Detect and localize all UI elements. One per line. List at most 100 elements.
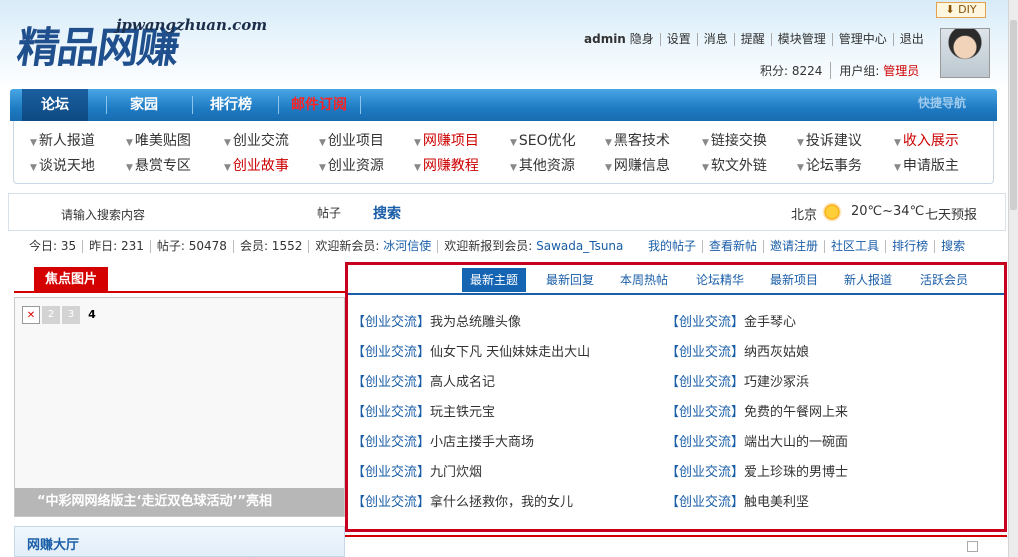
subforum-item[interactable]: ▼ 创业项目	[319, 130, 384, 150]
list-item[interactable]: 【创业交流】仙女下凡 天仙妹妹走出大山	[352, 341, 590, 360]
site-logo-url: jpwangzhuan.com	[116, 16, 268, 34]
focus-tab[interactable]: 焦点图片	[34, 267, 108, 293]
list-item[interactable]: 【创业交流】我为总统雕头像	[352, 311, 521, 330]
tab-new-members[interactable]: 新人报道	[836, 268, 900, 292]
stat-members: 会员: 1552	[232, 240, 308, 253]
subforum-item[interactable]: ▼ 投诉建议	[797, 130, 862, 150]
my-posts-link[interactable]: 我的帖子	[642, 240, 702, 253]
user-toolbar: admin 隐身 设置 消息 提醒 模块管理 管理中心 退出	[584, 33, 930, 46]
user-group-value[interactable]: 管理员	[883, 62, 919, 79]
subforum-item[interactable]: ▼ 论坛事务	[797, 155, 862, 175]
stat-posts: 帖子: 50478	[149, 240, 233, 253]
nav-mail-subscribe[interactable]: 邮件订阅	[286, 89, 352, 121]
user-name-link[interactable]: admin 隐身	[584, 33, 660, 46]
diy-button[interactable]: ⬇ DIY	[936, 2, 986, 18]
list-item[interactable]: 【创业交流】纳西灰姑娘	[666, 341, 809, 360]
slide-page-3[interactable]: 3	[62, 306, 80, 324]
subforum-list: ▼ 新人报道 ▼ 唯美贴图 ▼ 创业交流 ▼ 创业项目 ▼ 网赚项目 ▼ SEO优化 ▼ 黑客…	[13, 121, 994, 184]
tab-active-members[interactable]: 活跃会员	[912, 268, 976, 292]
list-item[interactable]: 【创业交流】触电美利坚	[666, 491, 809, 510]
subforum-item[interactable]: ▼ 网赚信息	[605, 155, 670, 175]
slide-page-4[interactable]: 4	[83, 306, 101, 324]
subforum-item[interactable]: ▼ 收入展示	[894, 130, 959, 150]
list-item[interactable]: 【创业交流】玩主铁元宝	[352, 401, 495, 420]
search-input[interactable]: 请输入搜索内容	[61, 206, 145, 223]
avatar[interactable]	[940, 28, 990, 78]
ranking-link[interactable]: 排行榜	[885, 240, 934, 253]
subforum-item[interactable]: ▼ 链接交换	[702, 130, 767, 150]
weather-forecast-link[interactable]: 七天预报	[925, 204, 977, 223]
community-tools-link[interactable]: 社区工具	[824, 240, 885, 253]
subforum-item[interactable]: ▼ 创业资源	[319, 155, 384, 175]
module-management-link[interactable]: 模块管理	[770, 33, 832, 46]
list-item[interactable]: 【创业交流】爱上珍珠的男博士	[666, 461, 848, 480]
tab-latest-projects[interactable]: 最新项目	[762, 268, 826, 292]
user-stats: 积分: 8224 用户组: 管理员	[760, 62, 919, 79]
list-item[interactable]: 【创业交流】小店主搂手大商场	[352, 431, 534, 450]
subforum-item[interactable]: ▼ 网赚项目	[414, 130, 479, 150]
section-title-hall[interactable]: 网赚大厅	[27, 534, 79, 553]
subforum-item[interactable]: ▼ 网赚教程	[414, 155, 479, 175]
tab-latest-replies[interactable]: 最新回复	[538, 268, 602, 292]
topic-panel: 最新主题 最新回复 本周热帖 论坛精华 最新项目 新人报道 活跃会员 【创业交流…	[345, 262, 1007, 532]
logout-link[interactable]: 退出	[892, 33, 930, 46]
invite-register-link[interactable]: 邀请注册	[763, 240, 824, 253]
welcome-new-member: 欢迎新会员: 冰河信使	[308, 240, 437, 253]
settings-link[interactable]: 设置	[659, 33, 697, 46]
list-item[interactable]: 【创业交流】金手琴心	[666, 311, 796, 330]
slide-page-2[interactable]: 2	[42, 306, 60, 324]
search-type-select[interactable]: 帖子	[317, 204, 341, 221]
newest-member-link[interactable]: Sawada_Tsuna	[536, 239, 623, 253]
scrollbar-thumb[interactable]	[1010, 20, 1017, 210]
topic-tabs: 最新主题 最新回复 本周热帖 论坛精华 最新项目 新人报道 活跃会员	[348, 265, 1004, 295]
sun-icon	[822, 202, 842, 222]
list-item[interactable]: 【创业交流】高人成名记	[352, 371, 495, 390]
weather-city: 北京	[791, 208, 818, 223]
subforum-item[interactable]: ▼ SEO优化	[510, 130, 576, 150]
subforum-item[interactable]: ▼ 黑客技术	[605, 130, 670, 150]
list-item[interactable]: 【创业交流】免费的午餐网上来	[666, 401, 848, 420]
subforum-item[interactable]: ▼ 谈说天地	[30, 155, 95, 175]
forum-stats: 今日: 35 昨日: 231 帖子: 50478 会员: 1552 欢迎新会员:…	[29, 240, 629, 253]
list-item[interactable]: 【创业交流】端出大山的一碗面	[666, 431, 848, 450]
tab-weekly-hot[interactable]: 本周热帖	[612, 268, 676, 292]
reminders-link[interactable]: 提醒	[733, 33, 771, 46]
messages-link[interactable]: 消息	[696, 33, 734, 46]
list-item[interactable]: 【创业交流】九门炊烟	[352, 461, 482, 480]
subforum-item[interactable]: ▼ 软文外链	[702, 155, 767, 175]
invisible-link[interactable]: 隐身	[630, 32, 654, 46]
new-posts-link[interactable]: 查看新帖	[702, 240, 763, 253]
admin-center-link[interactable]: 管理中心	[831, 33, 893, 46]
subforum-item[interactable]: ▼ 创业交流	[224, 130, 289, 150]
user-points[interactable]: 积分: 8224	[760, 62, 822, 79]
subforum-item[interactable]: ▼ 悬赏专区	[126, 155, 191, 175]
weather-temp: 20℃~34℃	[851, 204, 925, 219]
collapse-checkbox[interactable]	[967, 541, 978, 552]
welcome-newest-member: 欢迎新报到会员: Sawada_Tsuna	[437, 240, 629, 253]
tab-digest[interactable]: 论坛精华	[688, 268, 752, 292]
list-item[interactable]: 【创业交流】拿什么拯救你，我的女儿	[352, 491, 573, 510]
broken-image-icon: ✕	[22, 306, 40, 324]
search-button[interactable]: 搜索	[373, 203, 401, 223]
nav-home[interactable]: 家园	[114, 89, 174, 121]
subforum-item[interactable]: ▼ 唯美贴图	[126, 130, 191, 150]
search-link[interactable]: 搜索	[934, 240, 971, 253]
vertical-scrollbar[interactable]	[1008, 0, 1018, 557]
subforum-item[interactable]: ▼ 申请版主	[894, 155, 959, 175]
new-member-link[interactable]: 冰河信使	[383, 239, 431, 253]
subforum-item[interactable]: ▼ 新人报道	[30, 130, 95, 150]
search-bar: 请输入搜索内容 帖子 搜索 北京 20℃~34℃ 七天预报	[8, 193, 1006, 231]
subforum-item[interactable]: ▼ 其他资源	[510, 155, 575, 175]
focus-slideshow[interactable]: ✕ 2 3 4 “中彩网网络版主‘走近双色球活动’”亮相	[14, 297, 345, 517]
stat-today: 今日: 35	[29, 239, 77, 253]
subforum-item[interactable]: ▼ 创业故事	[224, 155, 289, 175]
section-header-hall: 网赚大厅	[14, 526, 345, 557]
site-header: ⬇ DIY 精品网赚 jpwangzhuan.com admin 隐身 设置 消…	[0, 0, 1008, 90]
tab-latest-topics[interactable]: 最新主题	[462, 268, 526, 292]
diy-label: DIY	[958, 3, 977, 16]
quick-nav-link[interactable]: 快捷导航	[918, 89, 966, 117]
nav-forum[interactable]: 论坛	[22, 89, 88, 121]
list-item[interactable]: 【创业交流】巧建沙冢浜	[666, 371, 809, 390]
nav-ranking[interactable]: 排行榜	[200, 89, 262, 121]
slide-caption[interactable]: “中彩网网络版主‘走近双色球活动’”亮相	[15, 488, 344, 516]
